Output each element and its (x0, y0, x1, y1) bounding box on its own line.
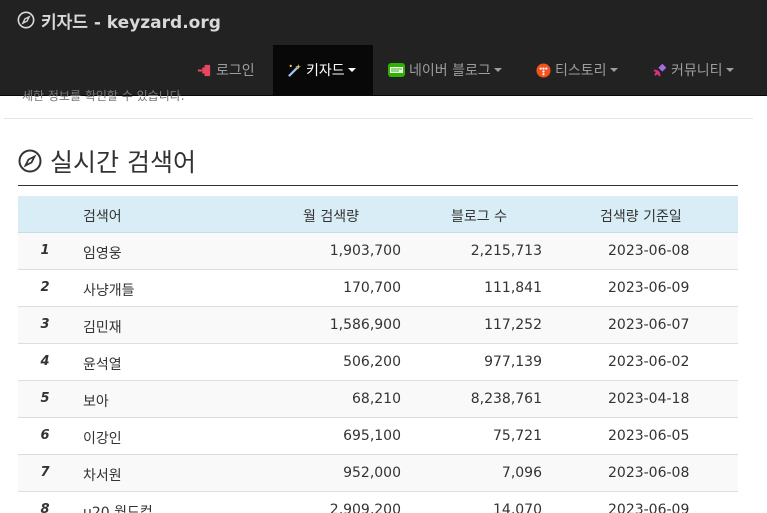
rank-cell: 7 (40, 465, 50, 480)
rank-cell: 8 (40, 502, 50, 513)
intro-text: 세한 정보를 확인할 수 있습니다. (22, 89, 185, 103)
keyword-cell[interactable]: 윤석열 (83, 354, 122, 374)
tistory-icon (536, 62, 551, 78)
blogs-cell: 75,721 (493, 428, 542, 444)
blogs-cell: 2,215,713 (470, 243, 542, 259)
date-cell: 2023-06-05 (608, 428, 690, 444)
volume-cell: 1,586,900 (329, 317, 401, 333)
nav-community[interactable]: 커뮤니티 (652, 45, 734, 95)
blogs-cell: 111,841 (484, 280, 542, 296)
nav-naver-blog[interactable]: 네이버 블로그 (388, 45, 502, 95)
nav-naver-blog-label: 네이버 블로그 (409, 63, 491, 79)
nav-login-label: 로그인 (216, 63, 255, 79)
nav-tistory-label: 티스토리 (555, 63, 607, 79)
header-volume[interactable]: 월 검색량 (303, 206, 359, 226)
chevron-down-icon (609, 68, 618, 72)
compass-icon (18, 149, 42, 173)
nav-login[interactable]: 로그인 (197, 45, 255, 95)
rank-cell: 3 (40, 317, 50, 332)
section-title-text: 실시간 검색어 (50, 148, 196, 177)
blogs-cell: 117,252 (484, 317, 542, 333)
nav-tistory[interactable]: 티스토리 (536, 45, 618, 95)
volume-cell: 506,200 (343, 354, 401, 370)
date-cell: 2023-06-08 (608, 243, 690, 259)
table-row[interactable]: 1 임영웅 1,903,700 2,215,713 2023-06-08 (18, 233, 738, 270)
blogs-cell: 977,139 (484, 354, 542, 370)
volume-cell: 170,700 (343, 280, 401, 296)
keyword-cell[interactable]: 이강인 (83, 428, 122, 448)
table-row[interactable]: 4 윤석열 506,200 977,139 2023-06-02 (18, 344, 738, 381)
date-cell: 2023-06-07 (608, 317, 690, 333)
date-cell: 2023-06-02 (608, 354, 690, 370)
keyword-cell[interactable]: 차서원 (83, 465, 122, 485)
divider (4, 118, 753, 119)
blogs-cell: 14,070 (493, 502, 542, 513)
nav-keyzard-label: 키자드 (306, 63, 345, 79)
chevron-down-icon (347, 68, 356, 72)
header-keyword[interactable]: 검색어 (83, 206, 122, 226)
rank-cell: 5 (40, 391, 50, 406)
keyword-cell[interactable]: 김민재 (83, 317, 122, 337)
keyword-cell[interactable]: 임영웅 (83, 243, 122, 263)
keyword-cell[interactable]: 보아 (83, 391, 109, 411)
volume-cell: 695,100 (343, 428, 401, 444)
volume-cell: 1,903,700 (329, 243, 401, 259)
magic-wand-icon (288, 63, 302, 77)
chevron-down-icon (493, 68, 502, 72)
keyword-cell[interactable]: u20 월드컵 (83, 502, 153, 513)
date-cell: 2023-06-09 (608, 502, 690, 513)
rank-cell: 4 (40, 354, 50, 369)
naver-blog-icon (388, 63, 405, 77)
volume-cell: 68,210 (352, 391, 401, 407)
table-row[interactable]: 8 u20 월드컵 2,909,200 14,070 2023-06-09 (18, 492, 738, 513)
rank-cell: 1 (40, 243, 50, 258)
table-row[interactable]: 3 김민재 1,586,900 117,252 2023-06-07 (18, 307, 738, 344)
brand-text: 키자드 - keyzard.org (41, 12, 221, 33)
rank-cell: 6 (40, 428, 50, 443)
login-icon (197, 64, 211, 76)
top-navbar: 키자드 - keyzard.org 로그인 키자드 네이버 블로그 티스토리 커… (0, 0, 767, 96)
section-title: 실시간 검색어 (18, 145, 196, 177)
volume-cell: 952,000 (343, 465, 401, 481)
header-date[interactable]: 검색량 기준일 (600, 206, 682, 226)
table-row[interactable]: 2 사냥개들 170,700 111,841 2023-06-09 (18, 270, 738, 307)
date-cell: 2023-04-18 (608, 391, 690, 407)
title-underline (18, 185, 738, 186)
brand-link[interactable]: 키자드 - keyzard.org (17, 8, 221, 33)
keyword-cell[interactable]: 사냥개들 (83, 280, 135, 300)
table-row[interactable]: 6 이강인 695,100 75,721 2023-06-05 (18, 418, 738, 455)
compass-icon (17, 11, 35, 29)
satellite-icon (653, 63, 667, 76)
rank-cell: 2 (40, 280, 50, 295)
blogs-cell: 7,096 (501, 465, 542, 481)
blogs-cell: 8,238,761 (470, 391, 542, 407)
date-cell: 2023-06-08 (608, 465, 690, 481)
date-cell: 2023-06-09 (608, 280, 690, 296)
table-row[interactable]: 7 차서원 952,000 7,096 2023-06-08 (18, 455, 738, 492)
table-body: 1 임영웅 1,903,700 2,215,713 2023-06-08 2 사냥개들 170… (18, 233, 738, 513)
table-header: 검색어 월 검색량 블로그 수 검색량 기준일 (18, 196, 738, 233)
volume-cell: 2,909,200 (329, 502, 401, 513)
nav-keyzard[interactable]: 키자드 (273, 45, 373, 95)
table-row[interactable]: 5 보아 68,210 8,238,761 2023-04-18 (18, 381, 738, 418)
chevron-down-icon (725, 68, 734, 72)
realtime-keyword-table: 검색어 월 검색량 블로그 수 검색량 기준일 1 임영웅 1,903,700 2,2… (18, 196, 738, 513)
nav-community-label: 커뮤니티 (671, 63, 723, 79)
header-blogs[interactable]: 블로그 수 (451, 206, 507, 226)
